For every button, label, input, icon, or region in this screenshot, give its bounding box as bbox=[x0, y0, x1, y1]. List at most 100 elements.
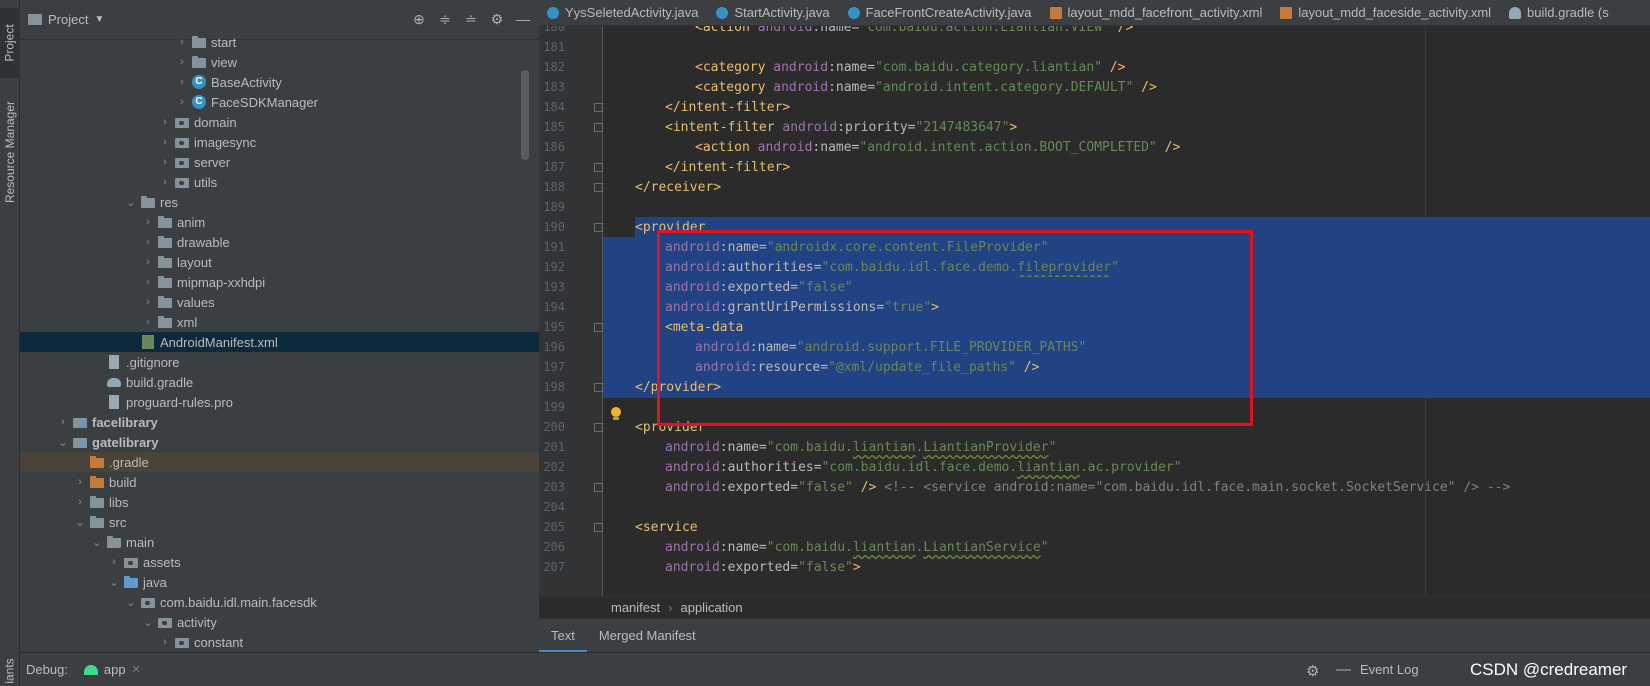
tree-item[interactable]: › values bbox=[20, 292, 539, 312]
tree-item[interactable]: › drawable bbox=[20, 232, 539, 252]
tree-item[interactable]: › server bbox=[20, 152, 539, 172]
chevron-right-icon[interactable]: › bbox=[158, 156, 172, 168]
fold-marker-icon[interactable] bbox=[594, 383, 603, 392]
editor-tab[interactable]: build.gradle (s bbox=[1501, 0, 1619, 25]
chevron-right-icon[interactable]: › bbox=[141, 276, 155, 288]
fold-marker-icon[interactable] bbox=[594, 123, 603, 132]
chevron-down-icon[interactable]: ⌄ bbox=[107, 576, 121, 589]
project-folder-icon bbox=[28, 14, 42, 25]
package-icon bbox=[174, 135, 190, 149]
tree-item[interactable]: ›.gradle bbox=[20, 452, 539, 472]
tree-item[interactable]: ›AndroidManifest.xml bbox=[20, 332, 539, 352]
tree-item[interactable]: › xml bbox=[20, 312, 539, 332]
tree-item[interactable]: › domain bbox=[20, 112, 539, 132]
breadcrumb-item[interactable]: application bbox=[680, 600, 742, 615]
fold-marker-icon[interactable] bbox=[594, 483, 603, 492]
tree-item[interactable]: ›build.gradle bbox=[20, 372, 539, 392]
tree-item[interactable]: › view bbox=[20, 52, 539, 72]
chevron-down-icon[interactable]: ▼ bbox=[94, 14, 104, 25]
tree-item[interactable]: › imagesync bbox=[20, 132, 539, 152]
tree-item[interactable]: › anim bbox=[20, 212, 539, 232]
chevron-right-icon[interactable]: › bbox=[73, 476, 87, 488]
locate-file-icon[interactable]: ⊕ bbox=[411, 11, 427, 27]
chevron-down-icon[interactable]: ⌄ bbox=[73, 516, 87, 529]
project-tree-scrollbar[interactable] bbox=[521, 70, 529, 160]
chevron-right-icon[interactable]: › bbox=[175, 76, 189, 88]
project-tool-tab[interactable]: Project bbox=[0, 8, 20, 78]
fold-marker-icon[interactable] bbox=[594, 163, 603, 172]
fold-marker-icon[interactable] bbox=[594, 103, 603, 112]
build-variants-tool-tab[interactable]: iants bbox=[0, 656, 20, 686]
chevron-right-icon[interactable]: › bbox=[73, 496, 87, 508]
chevron-right-icon[interactable]: › bbox=[175, 36, 189, 48]
resource-manager-tool-tab[interactable]: Resource Manager bbox=[0, 92, 20, 212]
editor-tab[interactable]: layout_mdd_faceside_activity.xml bbox=[1272, 0, 1501, 25]
hide-panel-icon[interactable]: — bbox=[515, 11, 531, 27]
tree-item[interactable]: › start bbox=[20, 32, 539, 52]
tree-item-label: layout bbox=[177, 254, 212, 270]
chevron-right-icon[interactable]: › bbox=[107, 556, 121, 568]
tree-item[interactable]: › BaseActivity bbox=[20, 72, 539, 92]
chevron-right-icon[interactable]: › bbox=[158, 136, 172, 148]
fold-marker-icon[interactable] bbox=[594, 523, 603, 532]
manifest-view-tab[interactable]: Merged Manifest bbox=[587, 619, 708, 653]
editor-tab[interactable]: layout_mdd_facefront_activity.xml bbox=[1042, 0, 1273, 25]
tree-item[interactable]: › facelibrary bbox=[20, 412, 539, 432]
gear-icon[interactable]: ⚙ bbox=[489, 11, 505, 27]
tree-item[interactable]: ⌄ src bbox=[20, 512, 539, 532]
fold-marker-icon[interactable] bbox=[594, 323, 603, 332]
chevron-right-icon[interactable]: › bbox=[141, 236, 155, 248]
tree-item[interactable]: › libs bbox=[20, 492, 539, 512]
tree-item[interactable]: › utils bbox=[20, 172, 539, 192]
code-token: /> bbox=[852, 480, 885, 495]
debug-tab-app[interactable]: app ✕ bbox=[83, 662, 141, 677]
tree-item[interactable]: ⌄ main bbox=[20, 532, 539, 552]
expand-all-icon[interactable]: ≑ bbox=[437, 11, 453, 27]
breadcrumb-item[interactable]: manifest bbox=[611, 600, 660, 615]
editor-tab[interactable]: StartActivity.java bbox=[708, 0, 839, 25]
chevron-right-icon[interactable]: › bbox=[141, 256, 155, 268]
tree-item[interactable]: ›.gitignore bbox=[20, 352, 539, 372]
tree-item[interactable]: ⌄ activity bbox=[20, 612, 539, 632]
chevron-down-icon[interactable]: ⌄ bbox=[56, 436, 70, 449]
project-view-selector[interactable]: Project bbox=[48, 12, 88, 27]
chevron-right-icon[interactable]: › bbox=[141, 296, 155, 308]
tree-item[interactable]: › build bbox=[20, 472, 539, 492]
chevron-right-icon[interactable]: › bbox=[141, 316, 155, 328]
tree-item[interactable]: ⌄ com.baidu.idl.main.facesdk bbox=[20, 592, 539, 612]
tree-item[interactable]: › mipmap-xxhdpi bbox=[20, 272, 539, 292]
debug-hide-icon[interactable]: — bbox=[1336, 661, 1351, 678]
editor-tab[interactable]: YysSeletedActivity.java bbox=[539, 0, 708, 25]
chevron-right-icon[interactable]: › bbox=[175, 96, 189, 108]
tree-item[interactable]: › layout bbox=[20, 252, 539, 272]
editor-tab[interactable]: FaceFrontCreateActivity.java bbox=[840, 0, 1042, 25]
tree-item[interactable]: › constant bbox=[20, 632, 539, 652]
tree-item[interactable]: ›proguard-rules.pro bbox=[20, 392, 539, 412]
tree-item[interactable]: ⌄ res bbox=[20, 192, 539, 212]
tree-item[interactable]: ⌄ gatelibrary bbox=[20, 432, 539, 452]
chevron-right-icon[interactable]: › bbox=[158, 176, 172, 188]
chevron-right-icon[interactable]: › bbox=[56, 416, 70, 428]
chevron-down-icon[interactable]: ⌄ bbox=[124, 196, 138, 209]
folder-icon bbox=[157, 295, 173, 309]
chevron-down-icon[interactable]: ⌄ bbox=[124, 596, 138, 609]
chevron-right-icon[interactable]: › bbox=[175, 56, 189, 68]
event-log-tab[interactable]: Event Log bbox=[1360, 662, 1419, 677]
fold-marker-icon[interactable] bbox=[594, 423, 603, 432]
chevron-right-icon[interactable]: › bbox=[158, 636, 172, 648]
lightbulb-icon[interactable] bbox=[610, 407, 622, 421]
chevron-right-icon[interactable]: › bbox=[141, 216, 155, 228]
fold-marker-icon[interactable] bbox=[594, 223, 603, 232]
tree-item[interactable]: ⌄ java bbox=[20, 572, 539, 592]
debug-gear-icon[interactable]: ⚙ bbox=[1306, 662, 1319, 680]
chevron-down-icon[interactable]: ⌄ bbox=[90, 536, 104, 549]
chevron-right-icon[interactable]: › bbox=[158, 116, 172, 128]
tree-item[interactable]: › FaceSDKManager bbox=[20, 92, 539, 112]
code-token: "false" bbox=[798, 480, 853, 495]
tree-item[interactable]: › assets bbox=[20, 552, 539, 572]
collapse-all-icon[interactable]: ≐ bbox=[463, 11, 479, 27]
chevron-down-icon[interactable]: ⌄ bbox=[141, 616, 155, 629]
fold-marker-icon[interactable] bbox=[594, 183, 603, 192]
manifest-view-tab[interactable]: Text bbox=[539, 619, 587, 653]
close-icon[interactable]: ✕ bbox=[132, 663, 141, 676]
